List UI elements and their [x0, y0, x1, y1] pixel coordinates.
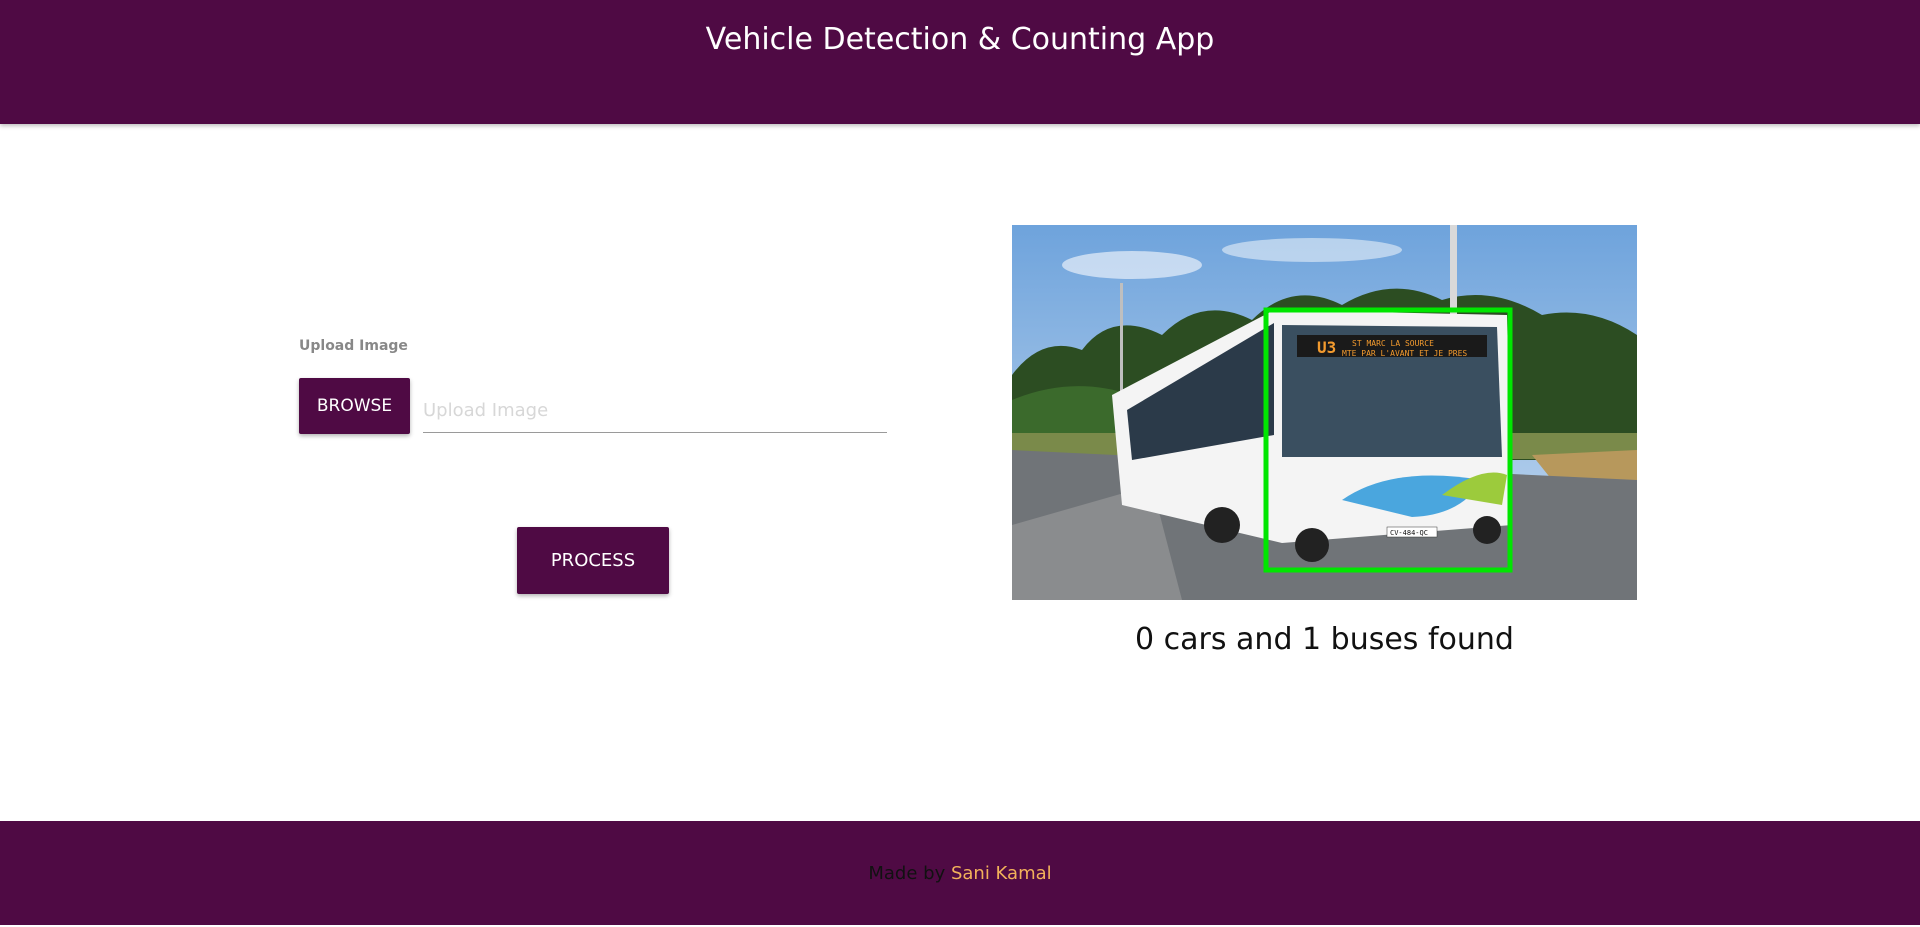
app-title: Vehicle Detection & Counting App	[705, 22, 1215, 57]
process-button[interactable]: PROCESS	[517, 527, 669, 594]
detection-summary: 0 cars and 1 buses found	[1135, 622, 1514, 657]
bus-detection-image: U3 ST MARC LA SOURCE MTE PAR L'AVANT ET …	[1012, 225, 1637, 600]
detection-result-image: U3 ST MARC LA SOURCE MTE PAR L'AVANT ET …	[1012, 225, 1637, 600]
bus-sign-line-2: MTE PAR L'AVANT ET JE PRES	[1342, 349, 1467, 358]
footer-author-link[interactable]: Sani Kamal	[951, 863, 1052, 884]
bus-sign-line-1: ST MARC LA SOURCE	[1352, 339, 1434, 348]
app-footer: Made by Sani Kamal	[0, 821, 1920, 925]
app-header: Vehicle Detection & Counting App	[0, 0, 1920, 124]
browse-button[interactable]: BROWSE	[299, 378, 410, 434]
footer-made-by: Made by	[868, 863, 946, 884]
bus-route-number: U3	[1317, 338, 1336, 357]
footer-credit: Made by Sani Kamal	[0, 863, 1920, 884]
bus-license-plate: CV-484-QC	[1390, 529, 1428, 537]
upload-image-label: Upload Image	[299, 338, 408, 354]
upload-image-input[interactable]	[423, 388, 887, 433]
